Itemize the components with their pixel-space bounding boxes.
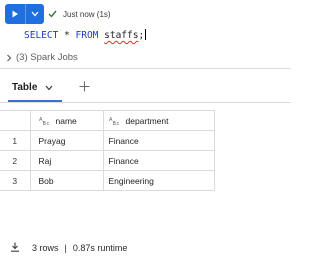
abc-type-icon: A B c [109,117,120,126]
sql-terminator: ; [138,30,145,41]
table-row: 2 Raj Finance [0,150,215,171]
chevron-down-icon [45,85,53,90]
sql-star: * [58,30,76,41]
row-number: 2 [0,150,31,171]
column-label: department [125,115,169,126]
spark-jobs-label: (3) Spark Jobs [16,52,78,63]
plus-icon [79,81,90,92]
cell-department[interactable]: Engineering [102,170,215,191]
row-number: 3 [0,170,31,191]
download-icon [11,242,19,252]
execution-status: Just now (1s) [48,7,111,21]
column-label: name [55,115,77,126]
run-cell-button[interactable] [5,4,25,24]
column-header-department[interactable]: A B c department [102,110,215,131]
chevron-down-icon [31,11,39,17]
play-icon [12,10,18,18]
run-options-dropdown[interactable] [25,4,44,24]
code-editor[interactable]: SELECT * FROM staffs; [24,29,147,41]
svg-text:c: c [116,121,119,126]
sql-table-name: staffs [104,30,139,41]
cell-department[interactable]: Finance [102,150,215,171]
chevron-right-icon [7,54,12,61]
table-header-row: A B c name A B c department [0,110,215,131]
execution-time: Just now (1s) [63,9,111,19]
table-row: 3 Bob Engineering [0,170,215,191]
table-row: 1 Prayag Finance [0,130,215,151]
cell-name[interactable]: Bob [29,170,104,191]
result-tabs: Table [0,76,291,102]
sql-keyword-select: SELECT [24,30,59,41]
runtime: 0.87s runtime [72,243,128,253]
results-footer: 3 rows | 0.87s runtime [10,242,127,254]
cell-toolbar: Just now (1s) [0,4,291,24]
divider [0,68,291,69]
results-table: A B c name A B c department 1 Prayag Fin… [0,110,215,191]
footer-separator: | [64,243,67,253]
check-icon [48,10,57,18]
run-button-group [5,4,44,24]
cell-name[interactable]: Raj [29,150,104,171]
text-cursor [145,29,147,40]
cell-department[interactable]: Finance [102,130,215,151]
tab-label: Table [12,82,38,93]
divider [0,102,291,103]
tab-table[interactable]: Table [12,82,53,93]
row-number: 1 [0,130,31,151]
add-tab-button[interactable] [79,80,90,94]
sql-keyword-from: FROM [75,30,99,41]
cell-name[interactable]: Prayag [29,130,104,151]
download-button[interactable] [10,242,20,254]
row-number-header [0,110,31,131]
column-header-name[interactable]: A B c name [29,110,104,131]
row-count: 3 rows [32,243,59,253]
abc-type-icon: A B c [39,117,50,126]
svg-text:c: c [46,121,49,126]
spark-jobs-toggle[interactable]: (3) Spark Jobs [6,52,78,63]
